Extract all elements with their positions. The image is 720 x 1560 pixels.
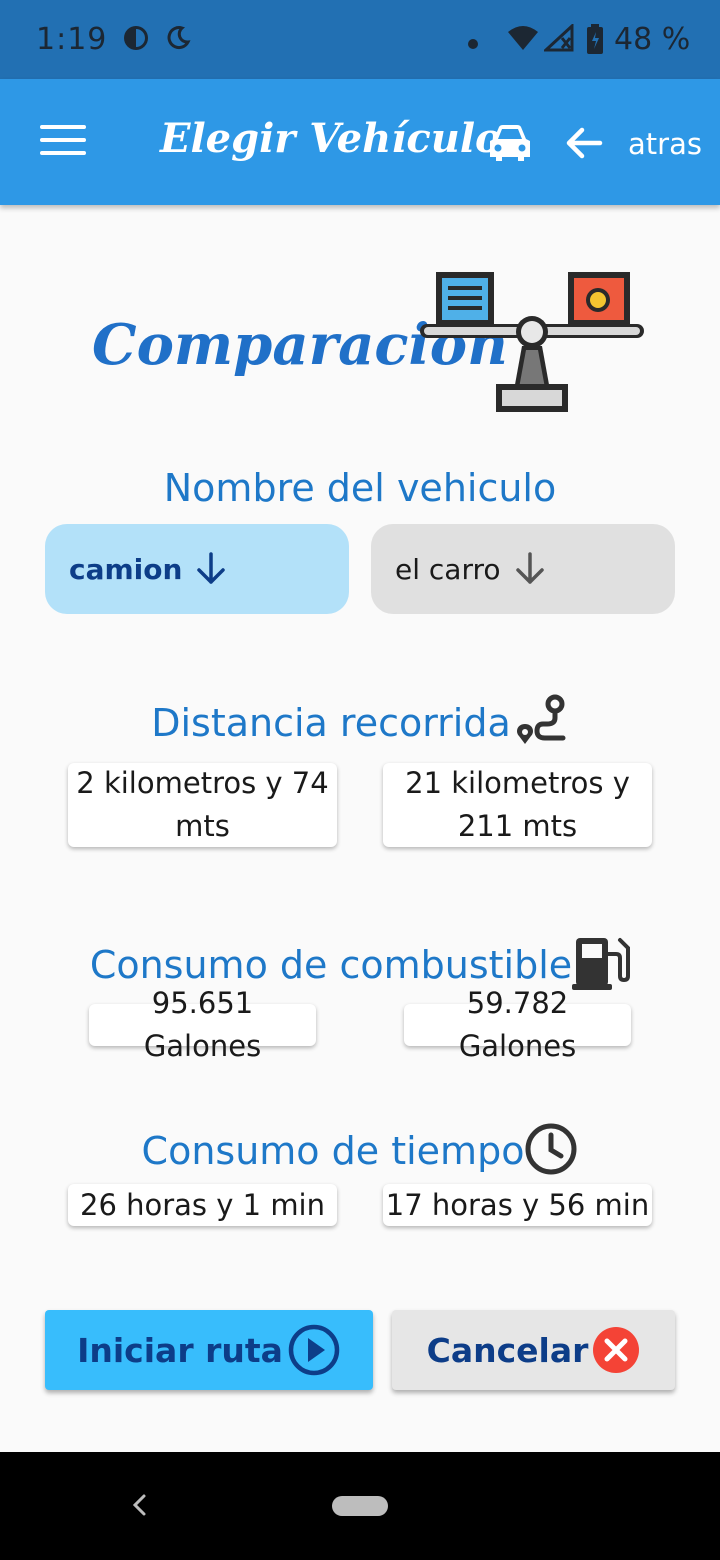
vehicle-a-name: camion (69, 552, 183, 586)
distance-value-b: 21 kilometros y 211 mts (383, 763, 652, 847)
wifi-icon (506, 24, 540, 56)
time-value-a: 26 horas y 1 min (68, 1184, 337, 1226)
time-value-b: 17 horas y 56 min (383, 1184, 652, 1226)
time-label: Consumo de tiempo (141, 1129, 525, 1173)
status-time: 1:19 (36, 22, 108, 57)
back-button[interactable]: atras (628, 127, 702, 161)
vehicle-b-selector[interactable]: el carro (371, 524, 675, 614)
route-icon (511, 694, 569, 757)
balance-scale-icon (418, 266, 648, 420)
time-label-row: Consumo de tiempo (0, 1122, 720, 1185)
car-icon[interactable] (486, 123, 534, 167)
nav-home-pill[interactable] (332, 1496, 388, 1516)
arrow-back-icon[interactable] (564, 123, 604, 167)
fuel-value-b: 59.782 Galones (404, 986, 631, 1063)
distance-value-a: 2 kilometros y 74 mts (68, 763, 337, 847)
menu-icon[interactable] (40, 125, 86, 159)
night-mode-icon (164, 24, 192, 56)
cancel-button[interactable]: Cancelar (392, 1310, 675, 1390)
cancel-label: Cancelar (426, 1330, 589, 1370)
pie-timer-icon (122, 24, 150, 56)
vehicle-a-selector[interactable]: camion (45, 524, 349, 614)
distance-label-row: Distancia recorrida (0, 694, 720, 757)
fuel-label: Consumo de combustible (89, 943, 573, 987)
play-circle-icon (288, 1324, 340, 1376)
close-circle-icon (593, 1327, 640, 1373)
nav-back-icon[interactable] (128, 1490, 150, 1524)
vehicle-name-label: Nombre del vehiculo (163, 466, 557, 510)
distance-label: Distancia recorrida (151, 701, 511, 745)
dot-icon (468, 34, 478, 53)
app-bar: Elegir Vehículo atras (0, 79, 720, 205)
fuel-value-a: 95.651 Galones (89, 986, 316, 1063)
app-bar-title: Elegir Vehículo (160, 115, 502, 162)
arrow-down-icon (197, 552, 226, 584)
battery-percent: 48 % (614, 22, 691, 57)
arrow-down-icon (515, 552, 544, 584)
start-route-label: Iniciar ruta (77, 1330, 283, 1370)
status-bar: 1:19 48 % (0, 0, 720, 79)
clock-icon (524, 1122, 578, 1185)
vehicle-b-name: el carro (395, 552, 501, 586)
start-route-button[interactable]: Iniciar ruta (45, 1310, 373, 1390)
system-nav-bar (0, 1452, 720, 1560)
battery-icon (586, 24, 604, 58)
signal-icon (542, 22, 574, 56)
